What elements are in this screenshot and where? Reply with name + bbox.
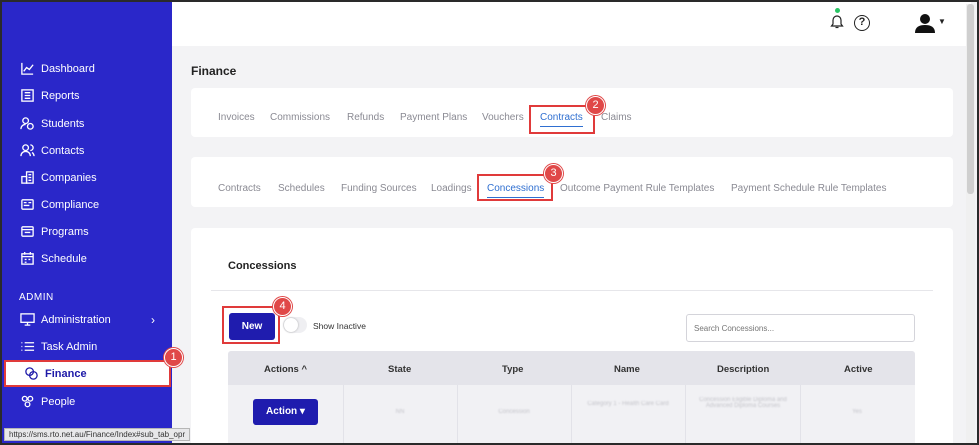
- column-divider: [457, 385, 458, 443]
- sidebar-item-companies[interactable]: Companies: [2, 164, 172, 191]
- search-input[interactable]: [686, 314, 915, 342]
- app-window: Dashboard Reports Students Contacts Comp…: [0, 0, 979, 445]
- scrollbar-thumb[interactable]: [967, 4, 974, 194]
- sidebar-item-students[interactable]: Students: [2, 110, 172, 137]
- sidebar-item-contacts[interactable]: Contacts: [2, 137, 172, 164]
- sidebar-item-label: Finance: [45, 367, 87, 380]
- step-badge-4: 4: [273, 297, 292, 316]
- show-inactive-label: Show Inactive: [313, 321, 366, 331]
- students-icon: [19, 116, 35, 132]
- cell-state: NN: [395, 409, 405, 415]
- top-bar: [172, 2, 971, 46]
- sidebar-item-finance[interactable]: Finance: [4, 360, 171, 387]
- column-divider: [800, 385, 801, 443]
- sidebar-item-label: Compliance: [41, 198, 100, 211]
- table-header: [228, 351, 915, 385]
- sidebar-item-reports[interactable]: Reports: [2, 82, 172, 109]
- chevron-right-icon: ›: [151, 312, 155, 327]
- column-divider: [685, 385, 686, 443]
- sidebar-item-label: Programs: [41, 225, 89, 238]
- cell-type: Concession: [498, 409, 530, 415]
- vertical-scrollbar[interactable]: [966, 4, 975, 443]
- subtab-loadings[interactable]: Loadings: [431, 183, 472, 194]
- tab-claims[interactable]: Claims: [601, 112, 632, 123]
- cell-description: Concession Eligible Diploma and Advanced…: [699, 397, 787, 409]
- sidebar-item-compliance[interactable]: Compliance: [2, 191, 172, 218]
- step-badge-3: 3: [544, 164, 563, 183]
- toggle-knob: [284, 318, 298, 332]
- chevron-down-icon[interactable]: ▼: [938, 17, 946, 26]
- subtab-outcome-payment-rule-templates[interactable]: Outcome Payment Rule Templates: [560, 183, 714, 194]
- column-header-type[interactable]: Type: [502, 364, 523, 375]
- sidebar-item-label: Task Admin: [41, 340, 98, 353]
- show-inactive-toggle[interactable]: [283, 317, 307, 333]
- divider: [211, 290, 933, 291]
- step-badge-2: 2: [586, 96, 605, 115]
- sidebar-item-label: Reports: [41, 89, 80, 102]
- action-dropdown-button[interactable]: Action ▾: [253, 399, 318, 425]
- contacts-icon: [19, 143, 35, 159]
- sidebar-item-people[interactable]: People: [2, 388, 172, 415]
- highlight-box-concessions: [477, 174, 553, 201]
- sidebar-item-label: Dashboard: [41, 62, 95, 75]
- companies-icon: [19, 170, 35, 186]
- people-icon: [19, 394, 35, 410]
- help-icon[interactable]: ?: [854, 15, 870, 31]
- user-avatar-icon[interactable]: [915, 13, 935, 33]
- column-header-name[interactable]: Name: [614, 364, 640, 375]
- subtab-funding-sources[interactable]: Funding Sources: [341, 183, 417, 194]
- subtab-schedules[interactable]: Schedules: [278, 183, 325, 194]
- column-header-active[interactable]: Active: [844, 364, 873, 375]
- sidebar-item-label: Companies: [41, 171, 97, 184]
- cell-active: Yes: [852, 409, 862, 415]
- tab-commissions[interactable]: Commissions: [270, 112, 330, 123]
- sidebar-item-dashboard[interactable]: Dashboard: [2, 55, 172, 82]
- tab-invoices[interactable]: Invoices: [218, 112, 255, 123]
- sidebar-section-admin: ADMIN: [19, 292, 54, 303]
- sidebar-item-label: Students: [41, 117, 85, 130]
- column-header-state[interactable]: State: [388, 364, 411, 375]
- monitor-icon: [19, 312, 35, 328]
- subtab-payment-schedule-rule-templates[interactable]: Payment Schedule Rule Templates: [731, 183, 886, 194]
- finance-icon: [23, 366, 39, 382]
- sidebar-item-label: Contacts: [41, 144, 85, 157]
- list-icon: [19, 339, 35, 355]
- section-title: Concessions: [228, 260, 297, 272]
- step-badge-1: 1: [164, 348, 183, 367]
- chart-line-icon: [19, 61, 35, 77]
- sidebar-item-schedule[interactable]: Schedule: [2, 245, 172, 272]
- calendar-icon: [19, 251, 35, 267]
- subtab-contracts[interactable]: Contracts: [218, 183, 261, 194]
- sidebar-item-programs[interactable]: Programs: [2, 218, 172, 245]
- sub-tabs-card: [191, 157, 953, 207]
- highlight-box-new: [222, 306, 280, 344]
- column-header-actions[interactable]: Actions ^: [264, 364, 307, 375]
- sidebar-item-label: People: [41, 395, 76, 408]
- bell-icon[interactable]: [830, 13, 844, 29]
- sidebar-item-label: Administration: [41, 313, 111, 326]
- report-icon: [19, 88, 35, 104]
- compliance-icon: [19, 197, 35, 213]
- page-title: Finance: [191, 64, 237, 78]
- tab-refunds[interactable]: Refunds: [347, 112, 384, 123]
- highlight-box-contracts: [529, 105, 595, 134]
- tab-vouchers[interactable]: Vouchers: [482, 112, 524, 123]
- status-bar-url: https://sms.rto.net.au/Finance/Index#sub…: [4, 428, 191, 441]
- sidebar-item-administration[interactable]: Administration ›: [2, 306, 172, 333]
- column-divider: [343, 385, 344, 443]
- column-divider: [571, 385, 572, 443]
- sidebar: Dashboard Reports Students Contacts Comp…: [2, 2, 172, 443]
- sidebar-item-task-admin[interactable]: Task Admin: [2, 333, 172, 360]
- cell-name: Category 1 - Health Care Card: [587, 401, 669, 407]
- tab-payment-plans[interactable]: Payment Plans: [400, 112, 467, 123]
- programs-icon: [19, 224, 35, 240]
- sidebar-item-label: Schedule: [41, 252, 87, 265]
- column-header-description[interactable]: Description: [717, 364, 769, 375]
